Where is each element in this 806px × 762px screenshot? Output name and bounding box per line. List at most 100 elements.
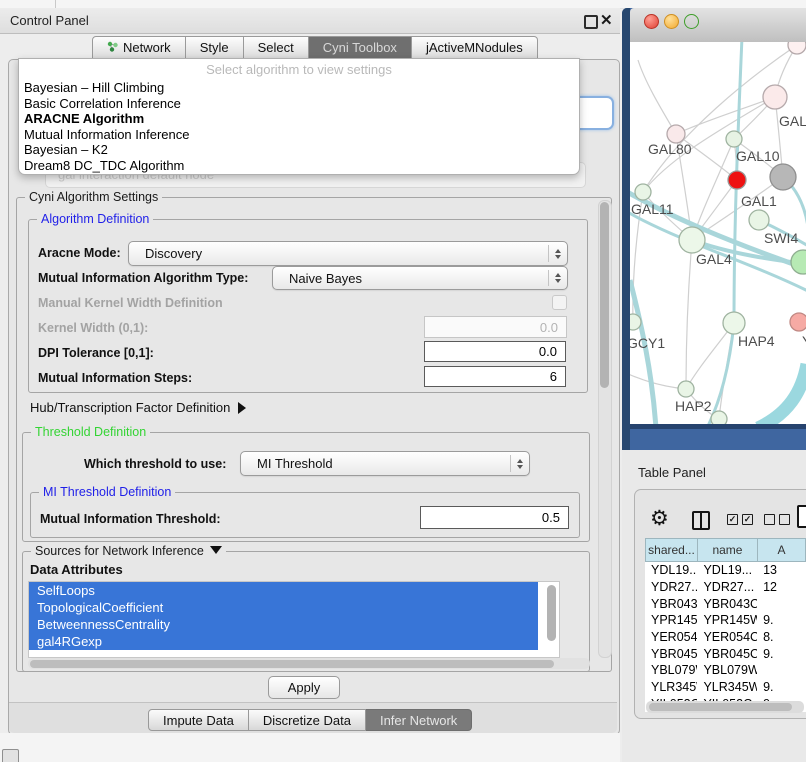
- hub-definition-expander[interactable]: Hub/Transcription Factor Definition: [30, 400, 246, 415]
- network-node[interactable]: [711, 411, 727, 424]
- dropdown-item[interactable]: Basic Correlation Inference: [19, 96, 579, 112]
- tab-cyni-toolbox[interactable]: Cyni Toolbox: [309, 36, 412, 59]
- network-window-left-edge: [622, 8, 630, 450]
- network-node-gal1[interactable]: [728, 171, 746, 189]
- table-row[interactable]: YBR045CYBR045C9.: [645, 645, 806, 662]
- aracne-mode-value: Discovery: [129, 246, 548, 261]
- tab-network[interactable]: Network: [92, 36, 186, 59]
- table-cell: YER054C: [645, 630, 697, 644]
- network-node[interactable]: [791, 250, 806, 274]
- tab-style[interactable]: Style: [186, 36, 244, 59]
- aracne-mode-combo[interactable]: Discovery: [128, 241, 568, 266]
- bottom-tab-bar: Impute DataDiscretize DataInfer Network: [148, 709, 472, 731]
- settings-scrollbar-thumb[interactable]: [600, 202, 609, 388]
- close-traffic-light-icon[interactable]: [644, 14, 659, 29]
- mi-type-label: Mutual Information Algorithm Type:: [38, 271, 248, 285]
- table-cell: 9.: [757, 680, 806, 694]
- table-row[interactable]: YDL19...YDL19...13: [645, 562, 806, 579]
- lower-background: [0, 733, 620, 762]
- sources-hscrollbar-thumb[interactable]: [30, 660, 554, 668]
- table-body: YDL19...YDL19...13YDR27...YDR27...12YBR0…: [645, 562, 806, 712]
- table-cell: YDL19...: [645, 563, 697, 577]
- table-row[interactable]: YPR145WYPR145W9.: [645, 612, 806, 629]
- apply-button[interactable]: Apply: [268, 676, 340, 699]
- bottom-tab-discretize-data[interactable]: Discretize Data: [249, 709, 366, 731]
- table-panel-title: Table Panel: [638, 465, 706, 480]
- tab-jactivemnodules[interactable]: jActiveMNodules: [412, 36, 538, 59]
- mi-steps-field[interactable]: 6: [424, 366, 566, 387]
- attribute-item-selected[interactable]: BetweennessCentrality: [29, 616, 538, 633]
- table-cell: 8.: [757, 630, 806, 644]
- control-panel-tab-bar: NetworkStyleSelect Cyni Toolbox jActiveMNo…: [92, 36, 538, 59]
- table-cell: YBR045C: [645, 647, 697, 661]
- mi-threshold-field[interactable]: 0.5: [420, 506, 569, 529]
- top-strip-divider: [55, 0, 56, 8]
- attribute-item-selected[interactable]: TopologicalCoefficient: [29, 599, 538, 616]
- table-row[interactable]: YBR043CYBR043C: [645, 595, 806, 612]
- dropdown-item[interactable]: Dream8 DC_TDC Algorithm: [19, 158, 579, 174]
- expand-right-icon[interactable]: [238, 402, 246, 414]
- hub-definition-label: Hub/Transcription Factor Definition: [30, 400, 230, 415]
- network-node-gal10[interactable]: [726, 131, 742, 147]
- table-column-header[interactable]: name: [697, 538, 757, 562]
- float-window-icon[interactable]: [584, 15, 598, 29]
- node-label: GCY1: [630, 335, 665, 351]
- dropdown-item[interactable]: Bayesian – Hill Climbing: [19, 80, 579, 96]
- table-cell: YBR043C: [645, 597, 697, 611]
- network-node-hap4[interactable]: [723, 312, 745, 334]
- mi-threshold-group-title: MI Threshold Definition: [39, 485, 175, 499]
- network-tab-icon: [107, 40, 118, 55]
- dropdown-item[interactable]: Bayesian – K2: [19, 142, 579, 158]
- new-table-icon[interactable]: [797, 505, 806, 528]
- attribute-item-selected[interactable]: SelfLoops: [29, 582, 538, 599]
- network-node-hap2[interactable]: [678, 381, 694, 397]
- table-hscrollbar-thumb[interactable]: [649, 703, 792, 711]
- table-column-header[interactable]: A: [757, 538, 806, 562]
- data-attributes-list[interactable]: SelfLoopsTopologicalCoefficientBetweenne…: [28, 581, 560, 658]
- table-cell: 9.: [757, 647, 806, 661]
- network-node-gal[interactable]: [763, 85, 787, 109]
- table-column-header[interactable]: shared...: [645, 538, 697, 562]
- kernel-width-label: Kernel Width (0,1):: [38, 321, 148, 335]
- which-threshold-value: MI Threshold: [241, 456, 510, 471]
- attribute-item-selected[interactable]: gal4RGexp: [29, 633, 538, 650]
- attributes-scrollbar-thumb[interactable]: [547, 585, 556, 641]
- network-node-gcy1[interactable]: [630, 314, 641, 330]
- mi-type-combo[interactable]: Naive Bayes: [272, 266, 568, 290]
- deselect-all-columns-icon[interactable]: [764, 514, 790, 525]
- select-all-columns-icon[interactable]: ✓✓: [727, 514, 753, 525]
- table-row[interactable]: YBL079WYBL079W: [645, 662, 806, 679]
- network-canvas[interactable]: GALGAL80GAL10GAL1SWI4GAL11GAL4GCY1HAP4YH…: [630, 42, 806, 424]
- table-row[interactable]: YLR345WYLR345W9.: [645, 679, 806, 696]
- dpi-tolerance-field[interactable]: 0.0: [424, 341, 566, 362]
- columns-icon[interactable]: [692, 511, 710, 530]
- table-cell: YER054C: [697, 630, 757, 644]
- table-row[interactable]: YER054CYER054C8.: [645, 629, 806, 646]
- collapsed-panel-icon[interactable]: [2, 749, 19, 762]
- tab-label: Cyni Toolbox: [323, 40, 397, 55]
- minimize-traffic-light-icon[interactable]: [664, 14, 679, 29]
- network-node-swi4[interactable]: [749, 210, 769, 230]
- combo-stepper-icon: [510, 455, 529, 471]
- manual-kernel-checkbox[interactable]: [552, 295, 567, 310]
- zoom-traffic-light-icon[interactable]: [684, 14, 699, 29]
- network-node[interactable]: [770, 164, 796, 190]
- dropdown-item[interactable]: Mutual Information Inference: [19, 127, 579, 143]
- network-node-y[interactable]: [790, 313, 806, 331]
- close-panel-icon[interactable]: ✕: [600, 11, 613, 29]
- table-cell: YBR043C: [697, 597, 757, 611]
- collapse-down-icon[interactable]: [210, 546, 222, 554]
- kernel-width-field[interactable]: 0.0: [424, 316, 567, 338]
- network-node-gal4[interactable]: [679, 227, 705, 253]
- which-threshold-combo[interactable]: MI Threshold: [240, 451, 530, 476]
- tab-select[interactable]: Select: [244, 36, 309, 59]
- bottom-tab-impute-data[interactable]: Impute Data: [148, 709, 249, 731]
- network-node[interactable]: [788, 42, 806, 54]
- gear-icon[interactable]: ⚙: [650, 506, 669, 531]
- network-node-gal11[interactable]: [635, 184, 651, 200]
- bottom-tab-infer-network[interactable]: Infer Network: [366, 709, 472, 731]
- table-cell: YPR145W: [645, 613, 697, 627]
- table-row[interactable]: YDR27...YDR27...12: [645, 579, 806, 596]
- data-attributes-label: Data Attributes: [30, 562, 123, 577]
- dropdown-item[interactable]: ARACNE Algorithm: [19, 111, 579, 127]
